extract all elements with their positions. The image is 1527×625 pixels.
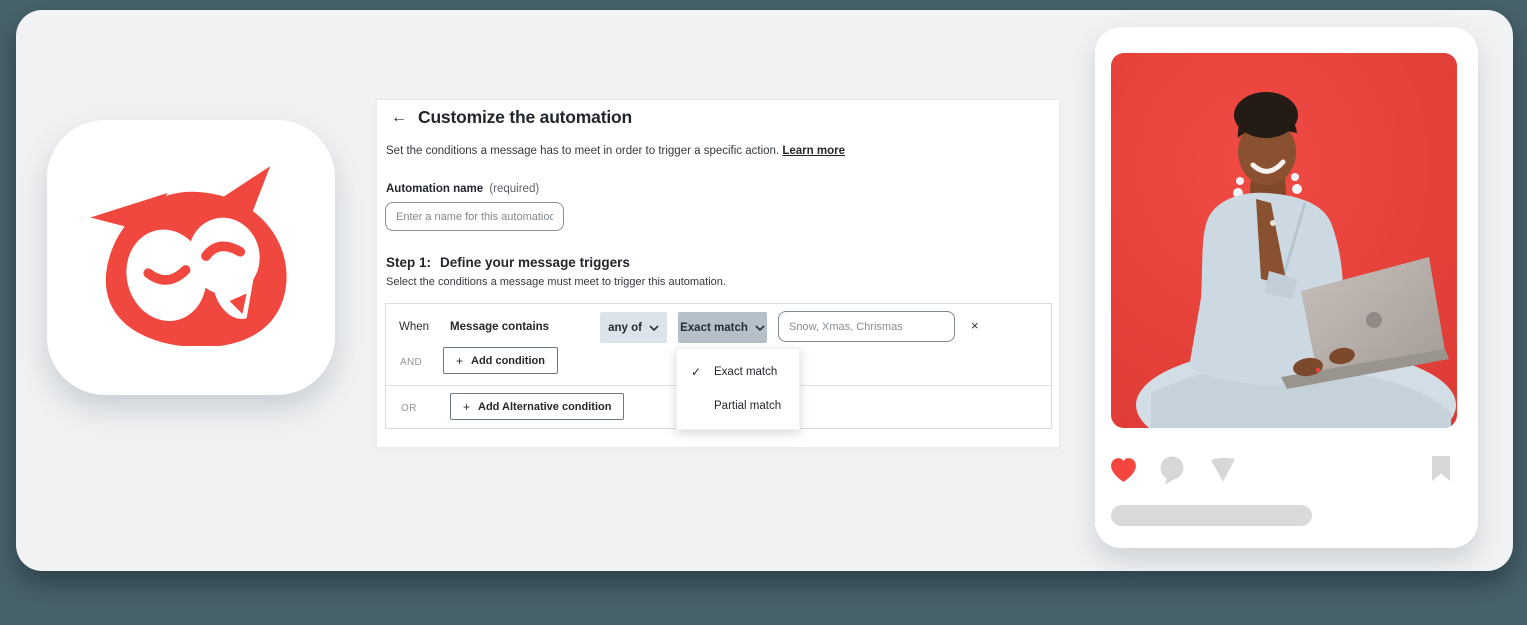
- hootsuite-owl-icon: [84, 164, 298, 351]
- quantifier-value: any of: [608, 322, 642, 334]
- or-label: OR: [401, 403, 417, 414]
- menu-item-label: Exact match: [714, 366, 777, 378]
- share-icon[interactable]: [1207, 455, 1238, 488]
- panel-description: Set the conditions a message has to meet…: [386, 145, 845, 157]
- page-title: Customize the automation: [418, 107, 632, 128]
- panel-header: ← Customize the automation: [391, 107, 632, 128]
- quantifier-dropdown[interactable]: any of: [600, 312, 667, 343]
- plus-icon: +: [456, 354, 463, 368]
- learn-more-link[interactable]: Learn more: [782, 145, 845, 157]
- remove-condition-icon[interactable]: ×: [971, 319, 979, 332]
- bookmark-icon[interactable]: [1430, 455, 1452, 487]
- add-alternative-label: Add Alternative condition: [478, 401, 611, 413]
- check-icon: ✓: [691, 365, 706, 379]
- plus-icon: +: [463, 400, 470, 414]
- post-photo: [1111, 53, 1457, 428]
- add-condition-button[interactable]: + Add condition: [443, 347, 558, 374]
- menu-item-partial-match[interactable]: Partial match: [677, 389, 799, 423]
- step1-title: Define your message triggers: [440, 255, 630, 270]
- add-condition-label: Add condition: [471, 355, 545, 367]
- step1-description: Select the conditions a message must mee…: [386, 276, 726, 288]
- social-post-card: [1095, 27, 1478, 548]
- condition-field-label: Message contains: [450, 321, 549, 333]
- match-type-dropdown[interactable]: Exact match: [678, 312, 767, 343]
- marketing-scene: { "scene": { "background_color": "#48626…: [0, 0, 1527, 625]
- match-type-value: Exact match: [680, 322, 748, 334]
- required-note: (required): [489, 183, 539, 195]
- post-action-bar: [1095, 455, 1478, 485]
- and-label: AND: [400, 357, 422, 368]
- description-text: Set the conditions a message has to meet…: [386, 145, 779, 157]
- when-label: When: [399, 321, 429, 333]
- chevron-down-icon: [755, 322, 765, 334]
- step1-heading: Step 1: Define your message triggers: [386, 255, 630, 270]
- caption-skeleton-bar: [1111, 505, 1312, 526]
- label-text: Automation name: [386, 183, 483, 195]
- keywords-input[interactable]: [778, 311, 955, 342]
- like-heart-icon[interactable]: [1108, 455, 1139, 489]
- menu-item-label: Partial match: [714, 400, 781, 412]
- comment-icon[interactable]: [1157, 455, 1188, 490]
- back-arrow-icon[interactable]: ←: [391, 109, 407, 127]
- brand-logo-card: [47, 120, 335, 395]
- chevron-down-icon: [649, 322, 659, 334]
- add-alternative-condition-button[interactable]: + Add Alternative condition: [450, 393, 624, 420]
- menu-item-exact-match[interactable]: ✓ Exact match: [677, 355, 799, 389]
- automation-panel: ← Customize the automation Set the condi…: [376, 99, 1060, 448]
- match-type-menu: ✓ Exact match Partial match: [676, 348, 800, 430]
- automation-name-label: Automation name (required): [386, 183, 539, 195]
- automation-name-input[interactable]: [385, 202, 564, 231]
- step1-prefix: Step 1:: [386, 255, 431, 270]
